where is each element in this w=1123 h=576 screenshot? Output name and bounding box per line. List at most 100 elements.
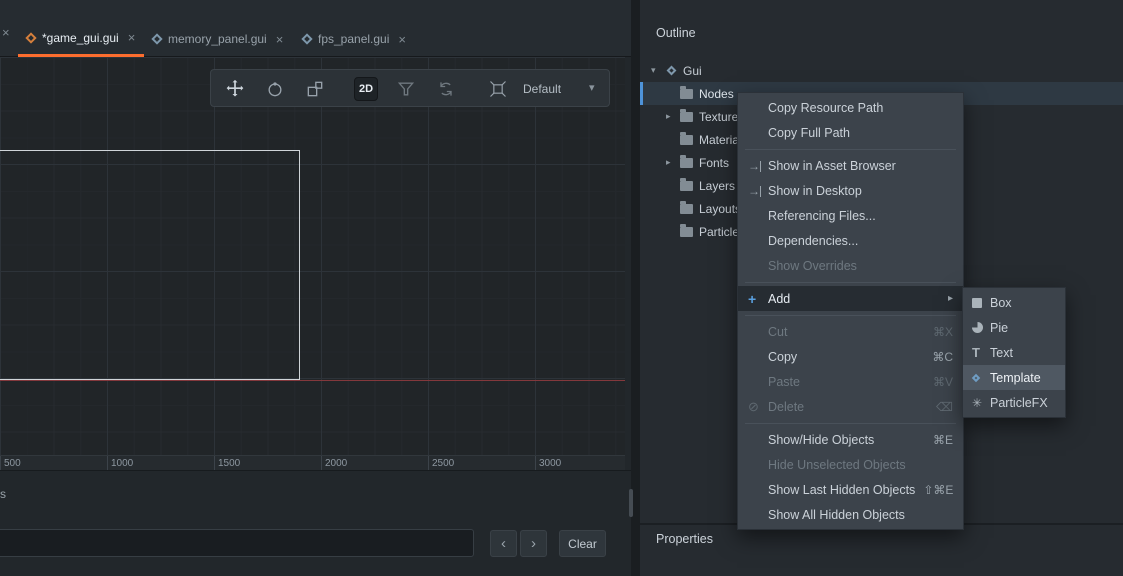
folder-icon — [680, 204, 693, 214]
ruler-label: 500 — [4, 458, 21, 469]
partial-tab-close-icon[interactable]: × — [2, 25, 10, 40]
outline-item-label: Nodes — [699, 87, 734, 101]
menu-item-paste: Paste ⌘V — [738, 369, 963, 394]
ruler-tick — [0, 456, 1, 471]
submenu-item-text[interactable]: Text — [963, 340, 1065, 365]
expander-collapsed-icon[interactable]: ▸ — [666, 157, 680, 168]
chevron-down-icon[interactable]: ▾ — [589, 81, 595, 94]
close-icon[interactable]: × — [398, 32, 406, 47]
ruler-tick — [214, 456, 215, 471]
menu-item-copy-full-path[interactable]: Copy Full Path — [738, 120, 963, 145]
move-tool-icon[interactable] — [223, 77, 247, 101]
gui-icon — [667, 66, 677, 76]
gui-scene-bounds — [0, 150, 300, 380]
sync-icon[interactable] — [434, 77, 458, 101]
visibility-filter-icon[interactable] — [394, 77, 418, 101]
partial-panel-label: s — [0, 487, 6, 501]
tab-memory-panel[interactable]: memory_panel.gui × — [144, 21, 292, 57]
template-icon — [972, 375, 990, 381]
outline-item-label: Gui — [683, 64, 702, 78]
folder-icon — [680, 112, 693, 122]
close-icon[interactable]: × — [128, 30, 136, 45]
menu-item-show-last-hidden-objects[interactable]: Show Last Hidden Objects ⇧⌘E — [738, 477, 963, 502]
ruler-label: 2000 — [325, 458, 347, 469]
expander-collapsed-icon[interactable]: ▸ — [666, 111, 680, 122]
editor-window: × *game_gui.gui × memory_panel.gui × fps… — [0, 0, 1123, 576]
tab-game-gui[interactable]: *game_gui.gui × — [18, 21, 144, 57]
ruler-label: 1000 — [111, 458, 133, 469]
gui-file-icon — [151, 33, 162, 44]
submenu-item-pie[interactable]: Pie — [963, 315, 1065, 340]
folder-icon — [680, 135, 693, 145]
submenu-item-particlefx[interactable]: ParticleFX — [963, 390, 1065, 415]
camera-perspective-icon[interactable] — [486, 77, 510, 101]
menu-item-add[interactable]: Add ▸ — [738, 286, 963, 311]
rotate-tool-icon[interactable] — [263, 77, 287, 101]
show-in-icon — [748, 159, 768, 173]
menu-item-delete: Delete ⌫ — [738, 394, 963, 419]
menu-item-referencing-files[interactable]: Referencing Files... — [738, 203, 963, 228]
plus-icon — [748, 291, 768, 307]
scene-viewport[interactable]: 2D Defa — [0, 57, 625, 455]
show-in-icon — [748, 184, 768, 198]
outline-panel-title: Outline — [656, 26, 696, 40]
menu-item-show-all-hidden-objects[interactable]: Show All Hidden Objects — [738, 502, 963, 527]
ruler-tick — [535, 456, 536, 471]
expander-expanded-icon[interactable]: ▾ — [651, 65, 665, 76]
gui-file-icon — [25, 32, 36, 43]
prev-match-button[interactable]: ‹ — [490, 530, 517, 557]
folder-icon — [680, 89, 693, 99]
x-axis-line — [0, 380, 625, 381]
menu-separator — [738, 419, 963, 427]
menu-item-show-overrides: Show Overrides — [738, 253, 963, 278]
menu-item-hide-unselected-objects: Hide Unselected Objects — [738, 452, 963, 477]
menu-item-show-in-desktop[interactable]: Show in Desktop — [738, 178, 963, 203]
properties-panel-title: Properties — [656, 532, 713, 546]
horizontal-ruler: 500 1000 1500 2000 2500 3000 — [0, 455, 625, 470]
folder-icon — [680, 158, 693, 168]
close-icon[interactable]: × — [276, 32, 284, 47]
scale-tool-icon[interactable] — [303, 77, 327, 101]
context-menu: Copy Resource Path Copy Full Path Show i… — [737, 92, 964, 530]
menu-item-show-in-asset-browser[interactable]: Show in Asset Browser — [738, 153, 963, 178]
pie-icon — [972, 322, 990, 333]
outline-item-label: Fonts — [699, 156, 729, 170]
shortcut-label: ⌘X — [933, 325, 953, 339]
bottom-panel: s ‹ › Clear — [0, 470, 631, 576]
outline-item-gui[interactable]: ▾ Gui — [640, 59, 1123, 82]
gui-file-icon — [301, 33, 312, 44]
shortcut-label: ⇧⌘E — [923, 483, 953, 497]
folder-icon — [680, 227, 693, 237]
menu-separator — [738, 145, 963, 153]
menu-item-copy-resource-path[interactable]: Copy Resource Path — [738, 95, 963, 120]
ruler-label: 3000 — [539, 458, 561, 469]
add-submenu: Box Pie Text Template ParticleFX — [962, 287, 1066, 418]
camera-select[interactable]: Default — [523, 82, 561, 96]
console-filter-input[interactable] — [0, 529, 474, 557]
delete-icon — [748, 399, 768, 415]
shortcut-label: ⌘V — [933, 375, 953, 389]
menu-separator — [738, 278, 963, 286]
mode-2d-toggle[interactable]: 2D — [354, 77, 378, 101]
menu-item-show-hide-objects[interactable]: Show/Hide Objects ⌘E — [738, 427, 963, 452]
particlefx-icon — [972, 396, 990, 410]
viewport-toolbar: 2D Defa — [210, 69, 610, 107]
ruler-tick — [428, 456, 429, 471]
shortcut-label: ⌘C — [932, 350, 953, 364]
ruler-label: 2500 — [432, 458, 454, 469]
next-match-button[interactable]: › — [520, 530, 547, 557]
text-icon — [972, 345, 990, 360]
submenu-item-box[interactable]: Box — [963, 290, 1065, 315]
menu-item-copy[interactable]: Copy ⌘C — [738, 344, 963, 369]
shortcut-label: ⌫ — [936, 400, 953, 414]
editor-left-pane: × *game_gui.gui × memory_panel.gui × fps… — [0, 0, 631, 576]
tab-bar: × *game_gui.gui × memory_panel.gui × fps… — [0, 0, 631, 57]
menu-separator — [738, 311, 963, 319]
menu-item-dependencies[interactable]: Dependencies... — [738, 228, 963, 253]
clear-button[interactable]: Clear — [559, 530, 606, 557]
submenu-item-template[interactable]: Template — [963, 365, 1065, 390]
outline-item-label: Layers — [699, 179, 735, 193]
chevron-right-icon: › — [531, 535, 536, 552]
panel-splitter-handle[interactable] — [629, 489, 633, 517]
tab-fps-panel[interactable]: fps_panel.gui × — [294, 21, 415, 57]
